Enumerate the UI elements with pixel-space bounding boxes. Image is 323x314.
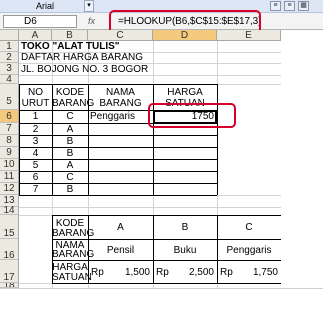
insert-function-icon[interactable]: fx (88, 16, 95, 26)
row-header-14[interactable]: 14 (0, 206, 19, 216)
header-no-urut-2: URUT (21, 98, 50, 109)
select-all-corner[interactable] (0, 30, 19, 41)
header-nama-barang-2: BARANG (99, 98, 142, 109)
lookup-currency-c: Rp (220, 267, 233, 278)
table-border (52, 215, 53, 283)
table-row-kode[interactable]: B (52, 136, 88, 147)
row-header-8[interactable]: 8 (0, 135, 19, 147)
font-dropdown-icon[interactable]: ▾ (84, 0, 94, 12)
header-harga-satuan-1: HARGA (167, 87, 203, 98)
table-border (217, 215, 218, 283)
header-kode-barang-2: BARANG (52, 98, 95, 109)
row-header-6[interactable]: 6 (0, 110, 19, 123)
table-row-no[interactable]: 1 (19, 111, 52, 122)
lookup-name-a[interactable]: Pensil (88, 245, 153, 256)
row-header-17[interactable]: 17 (0, 260, 19, 283)
table-border (52, 84, 53, 195)
table-border (19, 171, 217, 172)
table-row-no[interactable]: 7 (19, 184, 52, 195)
subtitle-address: JL. BOJONG NO. 3 BOGOR (21, 64, 149, 75)
table-border (19, 183, 217, 184)
name-box[interactable]: D6 (3, 15, 77, 28)
row-header-5[interactable]: 5 (0, 84, 19, 110)
table-border (19, 84, 217, 85)
row-header-1[interactable]: 1 (0, 41, 19, 52)
borders-icon[interactable]: ▦ (298, 1, 309, 11)
lookup-name-b[interactable]: Buku (153, 245, 217, 256)
table-border (19, 159, 217, 160)
table-row-no[interactable]: 2 (19, 124, 52, 135)
decrease-indent-icon[interactable]: ≡ (270, 1, 281, 11)
table-border (217, 84, 218, 195)
margin (281, 30, 323, 288)
row-header-7[interactable]: 7 (0, 123, 19, 135)
table-row-nama[interactable]: Penggaris (90, 111, 135, 122)
table-border (153, 84, 154, 195)
margin (0, 288, 323, 314)
table-border (19, 195, 217, 196)
table-border (52, 260, 281, 261)
lookup-currency-b: Rp (156, 267, 169, 278)
column-header-e[interactable]: E (217, 30, 281, 41)
table-border (19, 84, 20, 195)
table-border (19, 135, 217, 136)
lookup-currency-a: Rp (91, 267, 104, 278)
row-header-4[interactable]: 4 (0, 75, 19, 85)
table-border (88, 215, 89, 283)
row-header-10[interactable]: 10 (0, 159, 19, 171)
table-row-kode[interactable]: A (52, 160, 88, 171)
lookup-label-nama-2: BARANG (52, 249, 95, 260)
row-header-2[interactable]: 2 (0, 52, 19, 63)
column-header-a[interactable]: A (19, 30, 52, 41)
lookup-price-a[interactable]: 1,500 (104, 267, 150, 278)
header-nama-barang-1: NAMA (106, 87, 135, 98)
table-row-no[interactable]: 3 (19, 136, 52, 147)
row-header-11[interactable]: 11 (0, 171, 19, 183)
cell-highlight-box (148, 103, 236, 128)
column-header-d[interactable]: D (153, 30, 217, 41)
row-header-16[interactable]: 16 (0, 239, 19, 261)
table-border (52, 239, 281, 240)
row-header-12[interactable]: 12 (0, 183, 19, 195)
lookup-label-kode-2: BARANG (52, 228, 95, 239)
table-border (153, 215, 154, 283)
lookup-price-b[interactable]: 2,500 (168, 267, 214, 278)
table-border (88, 84, 89, 195)
increase-indent-icon[interactable]: ≡ (284, 1, 295, 11)
subtitle-price-list: DAFTAR HARGA BARANG (21, 52, 144, 63)
table-row-kode[interactable]: C (52, 111, 88, 122)
lookup-label-harga-2: SATUAN (52, 272, 92, 283)
table-row-kode[interactable]: A (52, 124, 88, 135)
table-border (52, 215, 281, 216)
header-no-urut-1: NO (28, 87, 43, 98)
column-header-c[interactable]: C (88, 30, 153, 41)
table-border (52, 283, 281, 284)
table-row-kode[interactable]: B (52, 184, 88, 195)
lookup-price-c[interactable]: 1,750 (232, 267, 278, 278)
table-row-no[interactable]: 6 (19, 172, 52, 183)
row-header-9[interactable]: 9 (0, 147, 19, 159)
column-header-b[interactable]: B (52, 30, 88, 41)
table-row-no[interactable]: 4 (19, 148, 52, 159)
table-row-kode[interactable]: C (52, 172, 88, 183)
lookup-name-c[interactable]: Penggaris (217, 245, 281, 256)
gridline (19, 207, 281, 208)
shop-title: TOKO "ALAT TULIS" (21, 41, 120, 52)
table-border (19, 147, 217, 148)
header-kode-barang-1: KODE (55, 87, 85, 98)
gridline (19, 75, 281, 76)
row-header-15[interactable]: 15 (0, 215, 19, 239)
font-name-box[interactable]: Arial (36, 1, 54, 11)
lookup-code-b[interactable]: B (153, 222, 217, 233)
lookup-code-c[interactable]: C (217, 222, 281, 233)
table-row-kode[interactable]: B (52, 148, 88, 159)
lookup-code-a[interactable]: A (88, 222, 153, 233)
table-row-no[interactable]: 5 (19, 160, 52, 171)
